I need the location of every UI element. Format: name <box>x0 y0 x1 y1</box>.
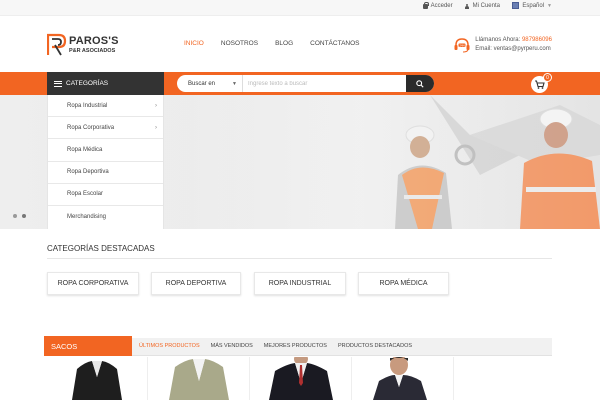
email-text[interactable]: Email: ventas@pyrperu.com <box>475 45 552 54</box>
product-card[interactable] <box>251 357 352 400</box>
logo-name: PAROS'S <box>69 35 119 47</box>
logo-subtitle: P&R ASOCIADOS <box>69 48 116 54</box>
product-card[interactable] <box>47 357 148 400</box>
nav-blog[interactable]: BLOG <box>275 40 293 47</box>
search-button[interactable] <box>406 75 434 92</box>
categories-toggle[interactable]: CATEGORÍAS <box>47 72 164 95</box>
contact-info: 24H Llámanos Ahora: 987986096 Email: ven… <box>453 36 552 54</box>
product-image <box>373 357 427 400</box>
featured-ropa-deportiva-button[interactable]: ROPA DEPORTIVA <box>151 272 241 295</box>
featured-ropa-medica-button[interactable]: ROPA MÉDICA <box>358 272 449 295</box>
svg-text:24H: 24H <box>460 43 465 47</box>
featured-ropa-industrial-button[interactable]: ROPA INDUSTRIAL <box>254 272 346 295</box>
headset-icon: 24H <box>454 38 470 53</box>
top-bar: Acceder Mi Cuenta Español ▼ <box>0 0 600 16</box>
flag-icon <box>512 2 520 9</box>
lock-icon <box>422 1 429 9</box>
tab-productos-destacados[interactable]: PRODUCTOS DESTACADOS <box>338 343 412 349</box>
category-label: Merchandising <box>67 214 107 221</box>
account-label: Mi Cuenta <box>472 3 500 9</box>
category-item-ropa-medica[interactable]: Ropa Médica <box>48 139 163 162</box>
featured-ropa-corporativa-button[interactable]: ROPA CORPORATIVA <box>47 272 139 295</box>
user-icon <box>465 3 470 9</box>
login-link[interactable]: Acceder <box>422 1 453 9</box>
chevron-down-icon: ▼ <box>547 2 552 9</box>
category-label: Ropa Industrial <box>67 102 108 109</box>
chevron-right-icon: › <box>155 102 157 109</box>
login-label: Acceder <box>430 3 453 9</box>
category-item-ropa-industrial[interactable]: Ropa Industrial › <box>48 95 163 118</box>
contact-text: Llámanos Ahora: 987986096 Email: ventas@… <box>475 36 552 54</box>
language-selector[interactable]: Español ▼ <box>512 2 552 9</box>
slider-dot[interactable] <box>22 214 26 218</box>
main-nav: INICIO NOSOTROS BLOG CONTÁCTANOS <box>184 40 360 47</box>
section-title-sacos: SACOS <box>44 336 132 356</box>
category-label: Ropa Escolar <box>67 191 104 198</box>
product-tabs: ÚLTIMOS PRODUCTOS MÁS VENDIDOS MEJORES P… <box>139 343 412 349</box>
account-link[interactable]: Mi Cuenta <box>465 3 500 9</box>
category-label: Ropa Deportiva <box>67 169 109 176</box>
category-item-ropa-corporativa[interactable]: Ropa Corporativa › <box>48 117 163 140</box>
language-label: Español <box>522 2 545 9</box>
tab-mas-vendidos[interactable]: MÁS VENDIDOS <box>211 343 253 349</box>
category-item-ropa-deportiva[interactable]: Ropa Deportiva <box>48 162 163 184</box>
product-card[interactable] <box>353 357 454 400</box>
categories-label: CATEGORÍAS <box>66 80 109 87</box>
category-search-bar: CATEGORÍAS Buscar en ▼ 0 <box>0 72 600 95</box>
cart-count-badge: 0 <box>543 73 552 82</box>
slider-dot[interactable] <box>13 214 17 218</box>
tab-ultimos-productos[interactable]: ÚLTIMOS PRODUCTOS <box>139 343 200 349</box>
phone-number[interactable]: 987986096 <box>522 37 552 43</box>
featured-categories-title: CATEGORÍAS DESTACADAS <box>47 244 155 253</box>
tab-mejores-productos[interactable]: MEJORES PRODUCTOS <box>264 343 327 349</box>
product-image <box>169 359 229 400</box>
search-scope-label: Buscar en <box>188 80 216 87</box>
chevron-down-icon: ▼ <box>232 80 237 87</box>
category-label: Ropa Médica <box>67 146 103 153</box>
top-links: Acceder Mi Cuenta <box>422 1 500 9</box>
category-item-merchandising[interactable]: Merchandising <box>48 206 163 228</box>
chevron-right-icon: › <box>155 124 157 131</box>
logo[interactable]: PAROS'S P&R ASOCIADOS <box>47 33 119 59</box>
search-icon <box>416 79 424 88</box>
divider <box>47 258 552 259</box>
header: PAROS'S P&R ASOCIADOS INICIO NOSOTROS BL… <box>0 16 600 72</box>
nav-nosotros[interactable]: NOSOTROS <box>221 40 258 47</box>
product-image <box>269 357 333 400</box>
cart-button[interactable]: 0 <box>531 73 552 93</box>
category-item-ropa-escolar[interactable]: Ropa Escolar <box>48 184 163 206</box>
slider-dots <box>13 214 26 218</box>
menu-icon <box>54 80 62 87</box>
search-input[interactable] <box>244 75 404 92</box>
category-menu: Ropa Industrial › Ropa Corporativa › Rop… <box>47 95 164 229</box>
category-label: Ropa Corporativa <box>67 124 115 131</box>
nav-inicio[interactable]: INICIO <box>184 40 204 47</box>
search-form: Buscar en ▼ <box>177 75 434 92</box>
logo-mark-icon <box>47 33 67 56</box>
product-image <box>72 361 122 400</box>
call-label: Llámanos Ahora: <box>475 37 521 43</box>
product-card[interactable] <box>149 357 250 400</box>
search-scope-select[interactable]: Buscar en ▼ <box>177 75 243 92</box>
nav-contactanos[interactable]: CONTÁCTANOS <box>310 40 359 47</box>
